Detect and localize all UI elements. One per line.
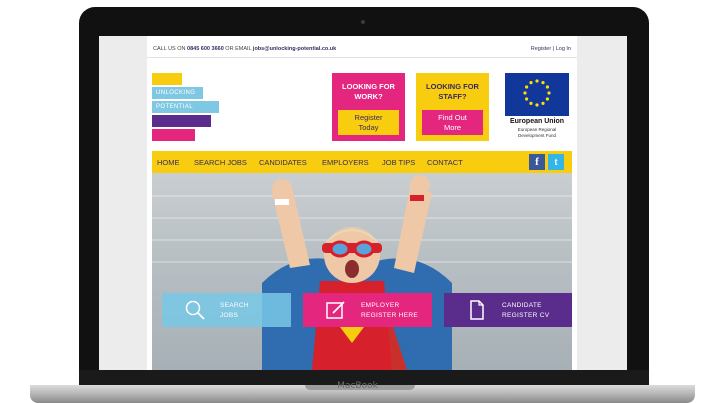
account-links: Register | Log In (531, 46, 571, 52)
register-today-button[interactable]: Register Today (338, 110, 399, 135)
eu-funding-logo: European Union European Regional Develop… (505, 73, 569, 141)
eu-title: European Union (509, 118, 565, 125)
laptop-screen: CALL US ON 0845 600 3660 OR EMAIL jobs@u… (99, 36, 627, 370)
logo-bar-purple (152, 115, 211, 127)
logo-text-unlocking: UNLOCKING (156, 90, 196, 96)
facebook-icon[interactable]: f (529, 154, 545, 170)
nav-candidates[interactable]: CANDIDATES (259, 158, 307, 167)
logo-bar-unlocking: UNLOCKING (152, 87, 203, 99)
looking-for-work-panel: LOOKING FOR WORK? Register Today (332, 73, 405, 141)
looking-for-staff-heading: LOOKING FOR STAFF? (426, 82, 479, 101)
hero-image: SEARCH JOBS EMPLOYER REGISTER HERE CANDI… (152, 173, 572, 370)
candidate-line1: CANDIDATE (502, 302, 542, 309)
document-icon (470, 300, 484, 320)
candidate-register-tile[interactable]: CANDIDATE REGISTER CV (444, 293, 572, 327)
nav-search-jobs[interactable]: SEARCH JOBS (194, 158, 247, 167)
search-jobs-line2: JOBS (220, 312, 239, 319)
logo-bar-potential: POTENTIAL (152, 101, 219, 113)
logo-bar-yellow (152, 73, 182, 85)
contact-bar: CALL US ON 0845 600 3660 OR EMAIL jobs@u… (147, 40, 577, 58)
candidate-line2: REGISTER CV (502, 312, 550, 319)
search-jobs-line1: SEARCH (220, 302, 249, 309)
twitter-icon[interactable]: t (548, 154, 564, 170)
device-brand-label: MacBook (337, 381, 378, 391)
email-prefix: OR EMAIL (225, 46, 252, 52)
looking-for-staff-panel: LOOKING FOR STAFF? Find Out More (416, 73, 489, 141)
phone-prefix: CALL US ON (153, 46, 186, 52)
eu-flag-icon (505, 73, 569, 116)
edit-icon (326, 301, 345, 319)
account-separator: | (552, 46, 555, 52)
nav-home[interactable]: HOME (157, 158, 180, 167)
contact-info: CALL US ON 0845 600 3660 OR EMAIL jobs@u… (153, 46, 336, 52)
nav-contact[interactable]: CONTACT (427, 158, 463, 167)
register-link[interactable]: Register (531, 46, 551, 52)
employer-line1: EMPLOYER (361, 302, 400, 309)
phone-number[interactable]: 0845 600 3660 (187, 46, 224, 52)
search-jobs-tile[interactable]: SEARCH JOBS (162, 293, 291, 327)
superhero-child-illustration (262, 175, 452, 370)
employer-register-tile[interactable]: EMPLOYER REGISTER HERE (303, 293, 432, 327)
email-link[interactable]: jobs@unlocking-potential.co.uk (253, 46, 336, 52)
employer-line2: REGISTER HERE (361, 312, 418, 319)
looking-for-work-heading: LOOKING FOR WORK? (342, 82, 395, 101)
magnifier-icon (185, 300, 205, 320)
nav-employers[interactable]: EMPLOYERS (322, 158, 369, 167)
logo-bar-magenta (152, 129, 195, 141)
logo-text-potential: POTENTIAL (156, 104, 193, 110)
eu-subtitle: European Regional Development Fund (517, 127, 557, 138)
website-page: CALL US ON 0845 600 3660 OR EMAIL jobs@u… (147, 36, 577, 370)
find-out-more-button[interactable]: Find Out More (422, 110, 483, 135)
webcam (361, 20, 365, 24)
nav-job-tips[interactable]: JOB TIPS (382, 158, 415, 167)
login-link[interactable]: Log In (556, 46, 571, 52)
main-navigation: HOME SEARCH JOBS CANDIDATES EMPLOYERS JO… (152, 151, 572, 173)
